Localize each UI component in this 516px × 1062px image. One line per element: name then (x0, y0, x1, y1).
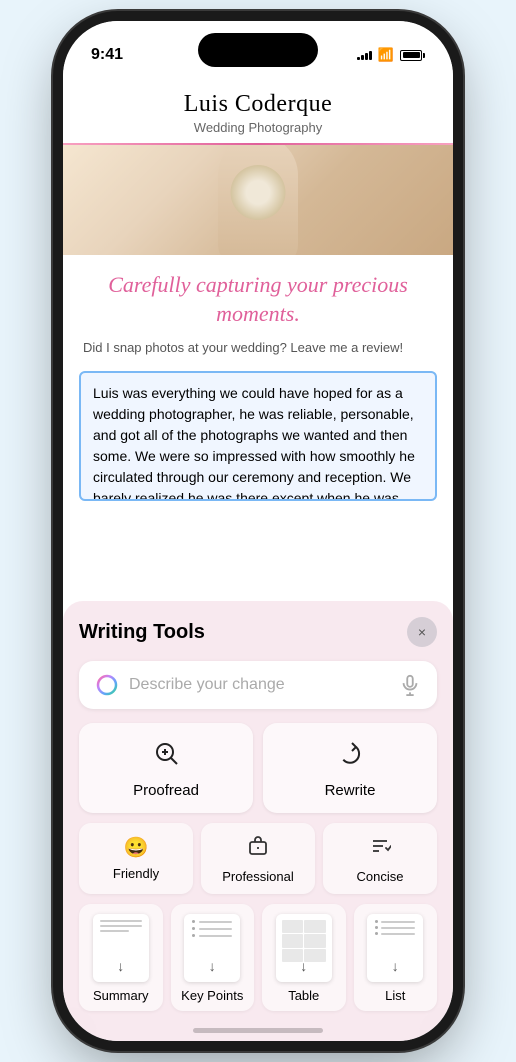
summary-card: ↓ (93, 914, 149, 982)
table-label: Table (288, 988, 319, 1003)
dynamic-island (198, 33, 318, 67)
describe-placeholder: Describe your change (129, 676, 389, 694)
phone-frame: 9:41 📶 Luis Coderque Wedding Photography (63, 21, 453, 1041)
concise-label: Concise (357, 869, 404, 884)
key-points-label: Key Points (181, 988, 243, 1003)
professional-label: Professional (222, 869, 294, 884)
friendly-label: Friendly (113, 866, 159, 881)
website-subtitle: Wedding Photography (83, 120, 433, 135)
writing-tools-header: Writing Tools × (79, 617, 437, 647)
key-points-card: ↓ (184, 914, 240, 982)
main-actions-row: Proofread Rewrite (79, 723, 437, 813)
wifi-icon: 📶 (378, 47, 394, 63)
rewrite-icon (336, 739, 364, 774)
summary-arrow: ↓ (117, 958, 124, 974)
hero-image (63, 145, 453, 255)
writing-tools-title: Writing Tools (79, 621, 205, 644)
list-arrow: ↓ (392, 958, 399, 974)
status-time: 9:41 (91, 46, 123, 64)
review-text-box[interactable]: Luis was everything we could have hoped … (79, 371, 437, 501)
rewrite-label: Rewrite (325, 782, 376, 799)
website-content: Luis Coderque Wedding Photography Carefu… (63, 75, 453, 501)
concise-icon (369, 835, 391, 863)
professional-icon (247, 835, 269, 863)
list-button[interactable]: ↓ List (354, 904, 438, 1011)
proofread-label: Proofread (133, 782, 199, 799)
signal-icon (357, 51, 372, 60)
table-button[interactable]: ↓ Table (262, 904, 346, 1011)
status-icons: 📶 (357, 47, 425, 63)
summary-button[interactable]: ↓ Summary (79, 904, 163, 1011)
friendly-button[interactable]: 😀 Friendly (79, 823, 193, 894)
summary-label: Summary (93, 988, 149, 1003)
battery-icon (400, 50, 425, 61)
professional-button[interactable]: Professional (201, 823, 315, 894)
website-header: Luis Coderque Wedding Photography (63, 75, 453, 143)
apple-intelligence-icon (95, 673, 119, 697)
website-title: Luis Coderque (83, 91, 433, 118)
format-row: ↓ Summary ↓ Key Points (79, 904, 437, 1011)
key-points-button[interactable]: ↓ Key Points (171, 904, 255, 1011)
proofread-icon (152, 739, 180, 774)
home-indicator (193, 1028, 323, 1033)
writing-tools-panel: Writing Tools × Describe your change (63, 601, 453, 1041)
concise-button[interactable]: Concise (323, 823, 437, 894)
friendly-icon: 😀 (124, 835, 149, 860)
close-button[interactable]: × (407, 617, 437, 647)
tone-row: 😀 Friendly Professional (79, 823, 437, 894)
list-card: ↓ (367, 914, 423, 982)
describe-input-container[interactable]: Describe your change (79, 661, 437, 709)
review-prompt: Did I snap photos at your wedding? Leave… (63, 336, 453, 365)
list-label: List (385, 988, 405, 1003)
rewrite-button[interactable]: Rewrite (263, 723, 437, 813)
table-card: ↓ (276, 914, 332, 982)
microphone-icon[interactable] (399, 674, 421, 696)
proofread-button[interactable]: Proofread (79, 723, 253, 813)
key-points-arrow: ↓ (209, 958, 216, 974)
tagline: Carefully capturing your precious moment… (63, 255, 453, 336)
